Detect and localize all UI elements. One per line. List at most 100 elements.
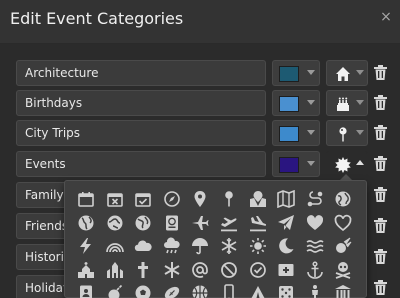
color-picker-button[interactable] [272, 90, 320, 116]
icon-option[interactable] [130, 234, 156, 258]
globe-americas-icon [78, 215, 94, 230]
icon-option[interactable] [216, 281, 242, 298]
icon-option[interactable] [187, 234, 213, 258]
icon-option[interactable] [130, 258, 156, 282]
calendar-check-icon [135, 193, 151, 207]
trash-icon[interactable] [374, 125, 387, 140]
icon-option[interactable] [216, 211, 242, 235]
icon-option[interactable] [302, 281, 328, 298]
dialog-header: Edit Event Categories × [0, 0, 400, 44]
color-swatch [279, 157, 299, 173]
chevron-down-icon [356, 130, 364, 135]
icon-option[interactable] [73, 234, 99, 258]
color-picker-button[interactable] [272, 151, 320, 177]
icon-picker-button[interactable] [326, 120, 368, 146]
dice-icon [279, 286, 294, 298]
icon-option[interactable] [187, 211, 213, 235]
icon-option[interactable] [159, 187, 185, 211]
category-row [0, 120, 400, 148]
icon-option[interactable] [273, 211, 299, 235]
tent-icon [251, 286, 265, 298]
check-circle-icon [249, 261, 266, 278]
icon-option[interactable] [187, 281, 213, 298]
icon-option[interactable] [330, 234, 356, 258]
icon-option[interactable] [302, 234, 328, 258]
icon-option[interactable] [245, 234, 271, 258]
icon-option[interactable] [102, 234, 128, 258]
starburst-icon [335, 157, 351, 173]
icon-option[interactable] [330, 211, 356, 235]
calendar-x-icon [106, 193, 123, 207]
color-picker-button[interactable] [272, 120, 320, 146]
icon-option[interactable] [245, 281, 271, 298]
category-name-input[interactable] [16, 90, 266, 116]
icon-option[interactable] [73, 187, 99, 211]
dialog-title: Edit Event Categories [10, 9, 184, 28]
icon-option[interactable] [216, 187, 242, 211]
trash-icon[interactable] [374, 218, 387, 233]
icon-option[interactable] [216, 234, 242, 258]
first-aid-icon [278, 263, 294, 276]
icon-option[interactable] [130, 187, 156, 211]
trash-icon[interactable] [374, 156, 387, 171]
trash-icon[interactable] [374, 249, 387, 264]
passport-icon [165, 215, 178, 230]
category-name-input[interactable] [16, 120, 266, 146]
icon-option[interactable] [159, 234, 185, 258]
icon-option[interactable] [102, 187, 128, 211]
icon-option[interactable] [73, 258, 99, 282]
icon-option[interactable] [302, 187, 328, 211]
icon-picker-button[interactable] [326, 90, 368, 116]
asterisk-icon [164, 261, 180, 278]
map-marker-icon [194, 191, 206, 207]
icon-option[interactable] [159, 258, 185, 282]
category-name-input[interactable] [16, 151, 266, 177]
cloud-rain-icon [163, 237, 180, 254]
icon-option[interactable] [159, 281, 185, 298]
color-picker-button[interactable] [272, 60, 320, 86]
icon-option[interactable] [130, 281, 156, 298]
icon-option[interactable] [245, 258, 271, 282]
icon-option[interactable] [273, 258, 299, 282]
icon-option[interactable] [273, 234, 299, 258]
bolt-icon [80, 238, 91, 254]
icon-option[interactable] [102, 258, 128, 282]
icon-option[interactable] [73, 211, 99, 235]
map-icon [249, 191, 266, 207]
icon-option[interactable] [273, 187, 299, 211]
icon-option[interactable] [73, 281, 99, 298]
icon-option[interactable] [330, 187, 356, 211]
heart-outline-icon [335, 214, 352, 231]
trash-icon[interactable] [374, 65, 387, 80]
trash-icon[interactable] [374, 187, 387, 202]
at-icon [192, 261, 209, 278]
icon-option[interactable] [130, 211, 156, 235]
close-icon[interactable]: × [380, 10, 392, 24]
chevron-down-icon [307, 130, 315, 135]
icon-option[interactable] [159, 211, 185, 235]
icon-picker-button[interactable] [326, 60, 368, 86]
trash-icon[interactable] [374, 95, 387, 110]
icon-option[interactable] [273, 281, 299, 298]
category-row [0, 60, 400, 88]
chevron-down-icon [356, 70, 364, 75]
plane-departure-icon [221, 217, 237, 231]
icon-option[interactable] [216, 258, 242, 282]
trash-icon[interactable] [374, 280, 387, 295]
icon-option[interactable] [302, 211, 328, 235]
icon-option[interactable] [187, 258, 213, 282]
category-name-input[interactable] [16, 60, 266, 86]
basketball-icon [192, 285, 208, 298]
chevron-down-icon [307, 70, 315, 75]
water-icon [306, 240, 324, 253]
icon-option[interactable] [330, 281, 356, 298]
bomb-icon [108, 284, 122, 298]
icon-option[interactable] [330, 258, 356, 282]
icon-option[interactable] [245, 211, 271, 235]
icon-option[interactable] [102, 281, 128, 298]
icon-option[interactable] [102, 211, 128, 235]
icon-option[interactable] [302, 258, 328, 282]
icon-option[interactable] [187, 187, 213, 211]
icon-option[interactable] [245, 187, 271, 211]
football-icon [164, 286, 179, 298]
